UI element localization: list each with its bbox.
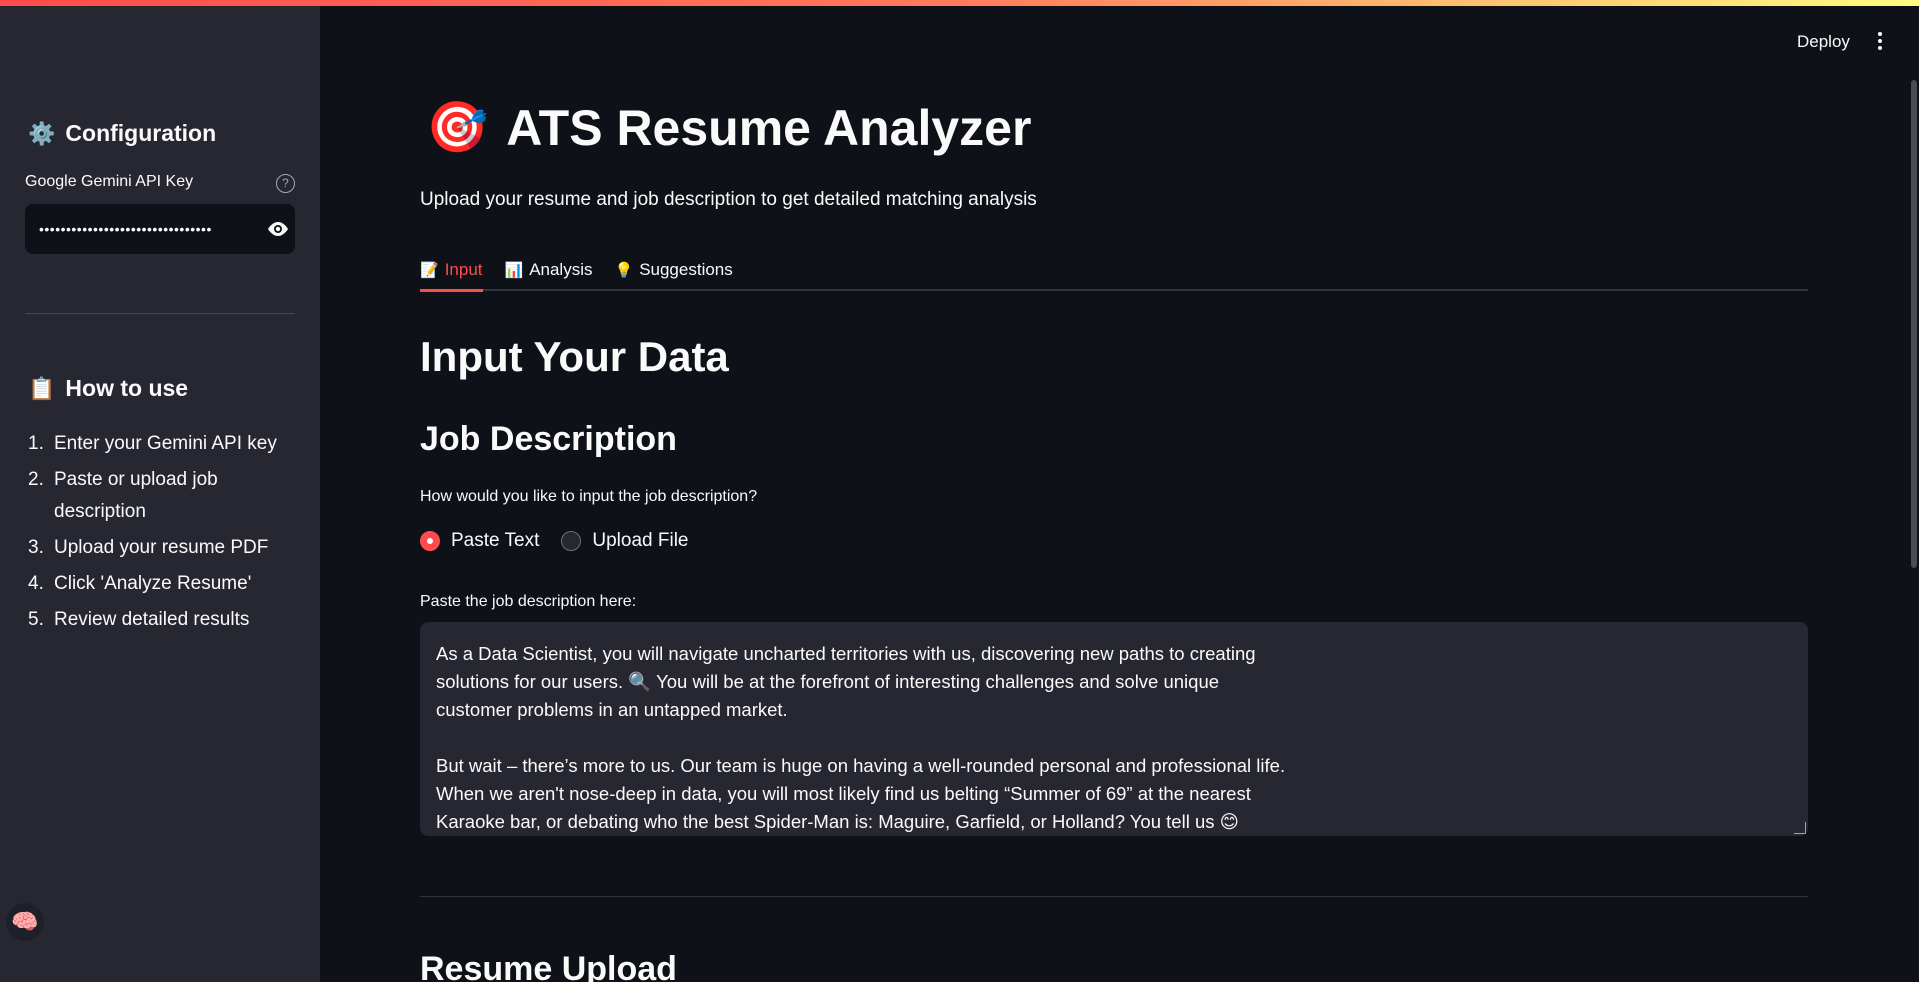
scrollbar[interactable] — [1911, 80, 1917, 568]
tab-suggestions[interactable]: 💡 Suggestions — [615, 250, 733, 289]
input-method-radio: Paste Text Upload File — [420, 530, 688, 552]
tab-analysis[interactable]: 📊 Analysis — [505, 250, 593, 289]
job-description-text[interactable]: As a Data Scientist, you will navigate u… — [436, 640, 1792, 836]
api-key-input[interactable]: •••••••••••••••••••••••••••••••• — [25, 204, 295, 254]
job-description-textarea[interactable]: As a Data Scientist, you will navigate u… — [420, 622, 1808, 836]
radio-circle[interactable] — [420, 531, 440, 551]
howto-item: 2. Paste or upload job description — [28, 469, 218, 522]
howto-heading: 📋 How to use — [28, 375, 188, 402]
api-key-value[interactable]: •••••••••••••••••••••••••••••••• — [39, 221, 227, 237]
paste-label: Paste the job description here: — [420, 593, 637, 610]
kebab-menu-icon[interactable] — [1876, 32, 1884, 52]
page-subtitle: Upload your resume and job description t… — [420, 189, 1037, 210]
resize-handle[interactable] — [1794, 822, 1806, 834]
brain-icon[interactable]: 🧠 — [6, 903, 44, 941]
main-content: 🎯 ATS Resume Analyzer Upload your resume… — [420, 0, 1808, 982]
resume-upload-heading: Resume Upload — [420, 950, 677, 982]
job-description-heading: Job Description — [420, 420, 677, 458]
tab-input[interactable]: 📝 Input — [420, 250, 483, 292]
howto-item: 5. Review detailed results — [28, 609, 250, 630]
section-title: Input Your Data — [420, 333, 729, 380]
sidebar-divider — [25, 313, 295, 314]
lightbulb-icon: 💡 — [614, 261, 634, 279]
section-divider — [420, 896, 1808, 897]
howto-item: 4. Click 'Analyze Resume' — [28, 573, 252, 594]
sidebar: ⚙️ Configuration Google Gemini API Key ?… — [0, 0, 320, 982]
target-icon: 🎯 — [426, 99, 489, 155]
api-key-label: Google Gemini API Key — [25, 173, 194, 190]
memo-icon: 📝 — [420, 261, 439, 279]
radio-circle[interactable] — [561, 531, 582, 551]
howto-item: 3. Upload your resume PDF — [28, 537, 269, 558]
top-gradient-bar — [0, 0, 1919, 6]
help-icon[interactable]: ? — [276, 174, 295, 193]
config-title: Configuration — [65, 120, 217, 146]
clipboard-icon: 📋 — [28, 375, 56, 401]
gear-icon: ⚙️ — [28, 120, 56, 146]
eye-icon[interactable] — [265, 219, 291, 239]
radio-paste-text[interactable]: Paste Text — [420, 530, 539, 552]
howto-item: 1. Enter your Gemini API key — [28, 433, 277, 454]
howto-title: How to use — [65, 375, 189, 401]
tab-bar: 📝 Input 📊 Analysis 💡 Suggestions — [420, 250, 1808, 292]
bar-chart-icon: 📊 — [504, 261, 524, 279]
input-method-label: How would you like to input the job desc… — [420, 488, 758, 505]
radio-upload-file[interactable]: Upload File — [561, 530, 688, 552]
howto-list: 1. Enter your Gemini API key 2. Paste or u… — [28, 428, 298, 640]
page-title: 🎯 ATS Resume Analyzer — [426, 98, 1031, 157]
title-text: ATS Resume Analyzer — [506, 99, 1032, 156]
config-heading: ⚙️ Configuration — [28, 120, 216, 147]
